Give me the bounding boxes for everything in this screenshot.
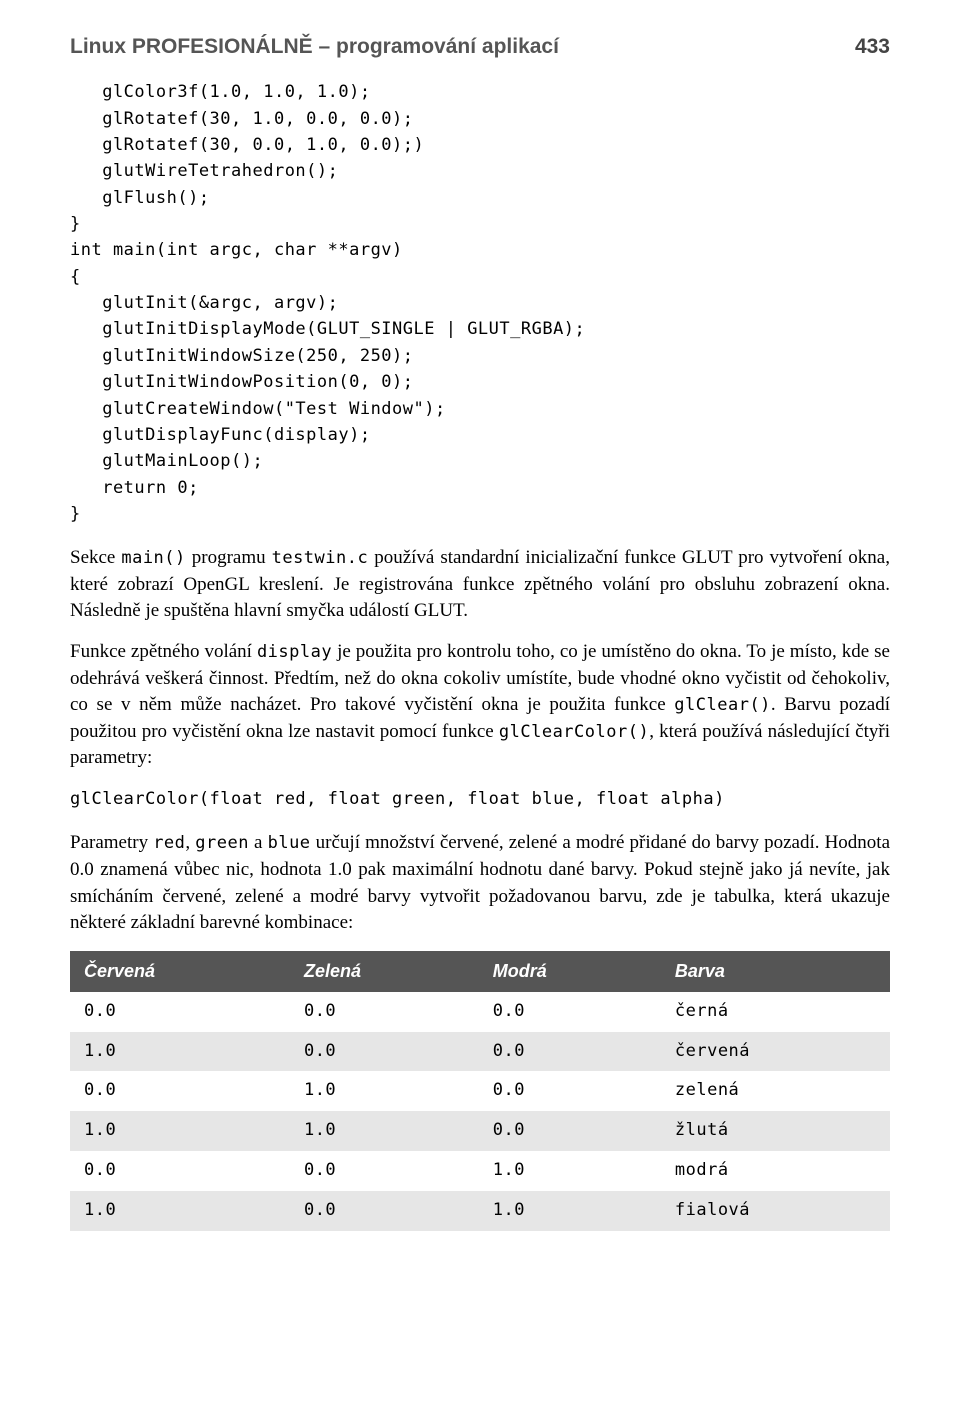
cell: fialová [661,1191,890,1231]
cell: černá [661,992,890,1032]
cell: 1.0 [290,1071,479,1111]
cell: 0.0 [290,1032,479,1072]
cell: 0.0 [70,1071,290,1111]
color-table: Červená Zelená Modrá Barva 0.0 0.0 0.0 č… [70,951,890,1231]
running-head-title: Linux PROFESIONÁLNĚ – programování aplik… [70,32,559,61]
cell: 0.0 [70,992,290,1032]
cell: 1.0 [70,1191,290,1231]
text: a [249,832,268,853]
col-header: Zelená [290,951,479,992]
paragraph-2: Funkce zpětného volání display je použit… [70,639,890,772]
cell: 1.0 [479,1191,661,1231]
running-head: Linux PROFESIONÁLNĚ – programování aplik… [70,32,890,61]
inline-code-green: green [195,833,249,853]
cell: 1.0 [290,1111,479,1151]
inline-code-glclear: glClear() [674,695,771,715]
page-number: 433 [855,32,890,61]
inline-code-glclearcolor: glClearColor() [499,722,649,742]
table-row: 0.0 1.0 0.0 zelená [70,1071,890,1111]
table-head-row: Červená Zelená Modrá Barva [70,951,890,992]
inline-code-blue: blue [268,833,311,853]
table-row: 1.0 1.0 0.0 žlutá [70,1111,890,1151]
col-header: Barva [661,951,890,992]
text: Parametry [70,832,153,853]
cell: 1.0 [479,1151,661,1191]
paragraph-1: Sekce main() programu testwin.c používá … [70,545,890,625]
code-block-main: glColor3f(1.0, 1.0, 1.0); glRotatef(30, … [70,79,890,527]
page-content: Linux PROFESIONÁLNĚ – programování aplik… [0,0,960,1271]
code-line-glclearcolor: glClearColor(float red, float green, flo… [70,786,890,812]
cell: modrá [661,1151,890,1191]
cell: 1.0 [70,1111,290,1151]
text: Funkce zpětného volání [70,641,257,662]
cell: 0.0 [479,1111,661,1151]
cell: 0.0 [479,1032,661,1072]
cell: zelená [661,1071,890,1111]
text: Sekce [70,547,121,568]
col-header: Modrá [479,951,661,992]
cell: žlutá [661,1111,890,1151]
inline-code-testwin: testwin.c [272,548,369,568]
inline-code-main: main() [121,548,185,568]
cell: 1.0 [70,1032,290,1072]
inline-code-display: display [257,642,332,662]
table-row: 1.0 0.0 1.0 fialová [70,1191,890,1231]
table-row: 0.0 0.0 0.0 černá [70,992,890,1032]
cell: 0.0 [70,1151,290,1191]
cell: 0.0 [290,1191,479,1231]
paragraph-3: Parametry red, green a blue určují množs… [70,830,890,936]
cell: 0.0 [290,992,479,1032]
col-header: Červená [70,951,290,992]
text: , [185,832,195,853]
cell: 0.0 [479,1071,661,1111]
cell: 0.0 [479,992,661,1032]
cell: 0.0 [290,1151,479,1191]
cell: červená [661,1032,890,1072]
text: programu [186,547,272,568]
table-row: 0.0 0.0 1.0 modrá [70,1151,890,1191]
inline-code-red: red [153,833,185,853]
table-row: 1.0 0.0 0.0 červená [70,1032,890,1072]
